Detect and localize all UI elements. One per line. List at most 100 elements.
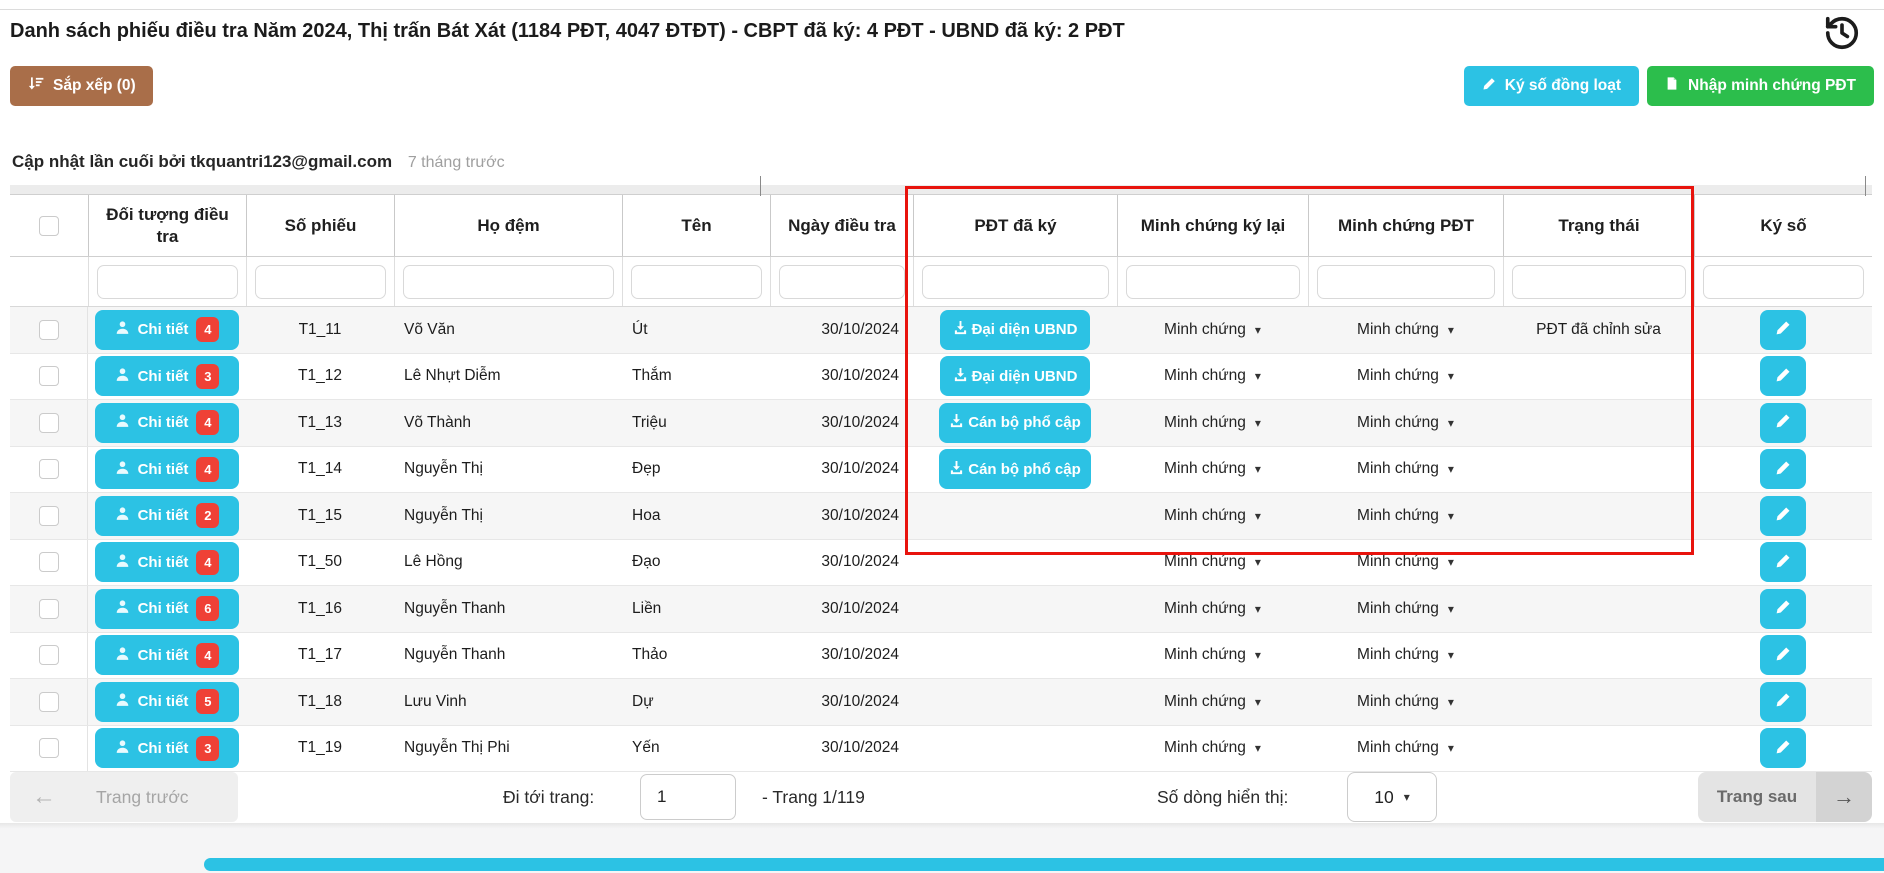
evidence-pdt-dropdown[interactable]: Minh chứng ▾ — [1357, 739, 1454, 757]
row-checkbox[interactable] — [39, 366, 59, 386]
evidence-resign-dropdown[interactable]: Minh chứng ▾ — [1164, 367, 1261, 385]
evidence-pdt-dropdown[interactable]: Minh chứng ▾ — [1357, 321, 1454, 339]
caret-down-icon: ▾ — [1448, 323, 1454, 337]
evidence-resign-dropdown[interactable]: Minh chứng ▾ — [1164, 600, 1261, 618]
detail-button[interactable]: Chi tiết 5 — [95, 682, 239, 722]
column-header-ten[interactable]: Tên — [622, 195, 770, 256]
sort-button[interactable]: Sắp xếp (0) — [10, 66, 153, 106]
next-page-button[interactable]: Trang sau → — [1698, 772, 1872, 822]
sign-button[interactable] — [1760, 356, 1806, 396]
filter-input-ten[interactable] — [631, 265, 762, 299]
column-header-pdt-da-ky[interactable]: PĐT đã ký — [913, 195, 1117, 256]
sign-button[interactable] — [1760, 728, 1806, 768]
cell-so-phieu: T1_13 — [246, 400, 394, 446]
filter-input-minh-chung-ky-lai[interactable] — [1126, 265, 1300, 299]
sign-button[interactable] — [1760, 682, 1806, 722]
select-all-checkbox[interactable] — [39, 216, 59, 236]
evidence-resign-dropdown[interactable]: Minh chứng ▾ — [1164, 507, 1261, 525]
row-checkbox[interactable] — [39, 506, 59, 526]
count-badge: 3 — [196, 364, 219, 389]
cell-ho-dem: Nguyễn Thanh — [394, 586, 622, 632]
evidence-pdt-dropdown[interactable]: Minh chứng ▾ — [1357, 553, 1454, 571]
evidence-resign-dropdown[interactable]: Minh chứng ▾ — [1164, 414, 1261, 432]
column-header-so-phieu[interactable]: Số phiếu — [246, 195, 394, 256]
rows-per-page-select[interactable]: 10 ▾ — [1347, 772, 1437, 822]
table-row: Chi tiết 5 T1_18 Lưu Vinh Dự 30/10/2024 … — [10, 679, 1872, 726]
history-button[interactable] — [1822, 14, 1862, 54]
column-header-ho-dem[interactable]: Họ đệm — [394, 195, 622, 256]
filter-input-ky-so[interactable] — [1703, 265, 1864, 299]
row-checkbox[interactable] — [39, 692, 59, 712]
goto-page-input[interactable] — [640, 774, 736, 820]
sign-button[interactable] — [1760, 542, 1806, 582]
evidence-resign-dropdown[interactable]: Minh chứng ▾ — [1164, 693, 1261, 711]
detail-button[interactable]: Chi tiết 4 — [95, 310, 239, 350]
evidence-resign-dropdown[interactable]: Minh chứng ▾ — [1164, 460, 1261, 478]
bulk-sign-button[interactable]: Ký số đồng loạt — [1464, 66, 1639, 106]
evidence-pdt-dropdown[interactable]: Minh chứng ▾ — [1357, 600, 1454, 618]
detail-button[interactable]: Chi tiết 4 — [95, 542, 239, 582]
filter-input-ho-dem[interactable] — [403, 265, 614, 299]
sign-button[interactable] — [1760, 589, 1806, 629]
column-header-ky-so[interactable]: Ký số — [1694, 195, 1872, 256]
row-checkbox[interactable] — [39, 645, 59, 665]
signed-by-label: Đại diện UBND — [972, 321, 1078, 338]
detail-button[interactable]: Chi tiết 4 — [95, 449, 239, 489]
evidence-pdt-dropdown[interactable]: Minh chứng ▾ — [1357, 693, 1454, 711]
detail-button-label: Chi tiết — [138, 554, 189, 571]
detail-button[interactable]: Chi tiết 4 — [95, 635, 239, 675]
cell-ho-dem: Lê Hồng — [394, 540, 622, 586]
evidence-pdt-dropdown[interactable]: Minh chứng ▾ — [1357, 460, 1454, 478]
filter-input-trang-thai[interactable] — [1512, 265, 1686, 299]
column-header-minh-chung-ky-lai[interactable]: Minh chứng ký lại — [1117, 195, 1308, 256]
filter-input-pdt-da-ky[interactable] — [922, 265, 1109, 299]
signed-by-button[interactable]: Đại diện UBND — [940, 356, 1090, 396]
sign-button[interactable] — [1760, 449, 1806, 489]
column-header-ngay-dieu-tra[interactable]: Ngày điều tra — [770, 195, 913, 256]
row-checkbox[interactable] — [39, 738, 59, 758]
row-checkbox[interactable] — [39, 459, 59, 479]
row-checkbox[interactable] — [39, 599, 59, 619]
column-header-minh-chung-pdt[interactable]: Minh chứng PĐT — [1308, 195, 1503, 256]
row-checkbox[interactable] — [39, 413, 59, 433]
import-evidence-button[interactable]: Nhập minh chứng PĐT — [1647, 66, 1874, 106]
evidence-resign-dropdown[interactable]: Minh chứng ▾ — [1164, 646, 1261, 664]
detail-button[interactable]: Chi tiết 2 — [95, 496, 239, 536]
evidence-pdt-dropdown[interactable]: Minh chứng ▾ — [1357, 414, 1454, 432]
sign-button[interactable] — [1760, 310, 1806, 350]
goto-page-label: Đi tới trang: — [503, 772, 594, 822]
caret-down-icon: ▾ — [1255, 695, 1261, 709]
detail-button[interactable]: Chi tiết 3 — [95, 356, 239, 396]
column-header-trang-thai[interactable]: Trạng thái — [1503, 195, 1694, 256]
sign-button[interactable] — [1760, 635, 1806, 675]
sign-button[interactable] — [1760, 403, 1806, 443]
signed-by-button[interactable]: Cán bộ phổ cập — [939, 403, 1091, 443]
detail-button[interactable]: Chi tiết 4 — [95, 403, 239, 443]
import-evidence-label: Nhập minh chứng PĐT — [1688, 77, 1856, 95]
evidence-pdt-dropdown[interactable]: Minh chứng ▾ — [1357, 646, 1454, 664]
horizontal-scrollbar[interactable] — [204, 858, 1884, 871]
evidence-resign-dropdown[interactable]: Minh chứng ▾ — [1164, 321, 1261, 339]
row-checkbox[interactable] — [39, 320, 59, 340]
count-badge: 2 — [196, 503, 219, 528]
evidence-pdt-dropdown[interactable]: Minh chứng ▾ — [1357, 507, 1454, 525]
filter-input-ngay-dieu-tra[interactable] — [779, 265, 905, 299]
cell-ho-dem: Nguyễn Thanh — [394, 633, 622, 679]
detail-button[interactable]: Chi tiết 3 — [95, 728, 239, 768]
count-badge: 4 — [196, 550, 219, 575]
row-checkbox[interactable] — [39, 552, 59, 572]
signed-by-button[interactable]: Đại diện UBND — [940, 310, 1090, 350]
cell-so-phieu: T1_19 — [246, 726, 394, 772]
sign-button[interactable] — [1760, 496, 1806, 536]
filter-input-doi-tuong[interactable] — [97, 265, 238, 299]
filter-input-so-phieu[interactable] — [255, 265, 386, 299]
evidence-resign-dropdown[interactable]: Minh chứng ▾ — [1164, 739, 1261, 757]
evidence-pdt-dropdown[interactable]: Minh chứng ▾ — [1357, 367, 1454, 385]
evidence-resign-dropdown[interactable]: Minh chứng ▾ — [1164, 553, 1261, 571]
signed-by-button[interactable]: Cán bộ phổ cập — [939, 449, 1091, 489]
caret-down-icon: ▾ — [1255, 462, 1261, 476]
prev-page-button[interactable]: ← Trang trước — [10, 772, 238, 822]
detail-button[interactable]: Chi tiết 6 — [95, 589, 239, 629]
filter-input-minh-chung-pdt[interactable] — [1317, 265, 1495, 299]
column-header-doi-tuong[interactable]: Đối tượng điều tra — [88, 195, 246, 256]
